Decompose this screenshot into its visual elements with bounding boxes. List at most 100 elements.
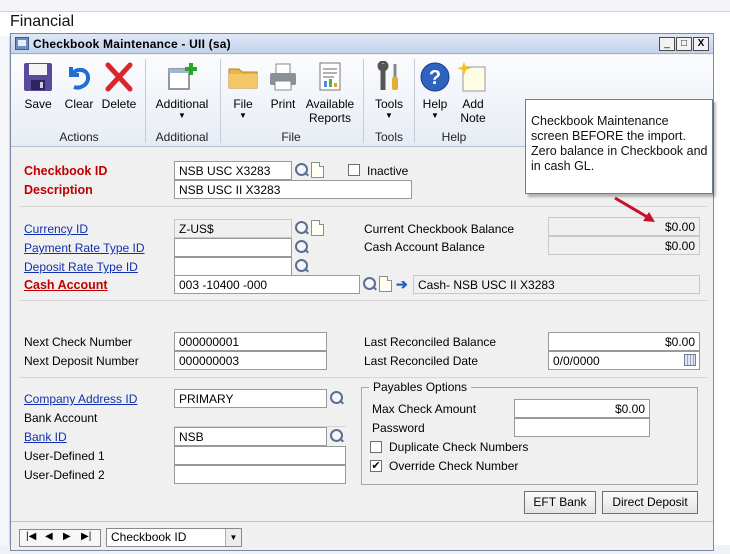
group-label-tools: Tools [374,130,403,144]
annotation-callout: Checkbook Maintenance screen BEFORE the … [525,99,713,194]
payables-options-title: Payables Options [369,380,472,394]
override-check-number-checkbox[interactable]: ✔ [370,460,382,472]
cash-account-balance-value: $0.00 [548,236,700,255]
annotation-arrow-icon [614,196,655,222]
user-defined-1-field[interactable] [174,446,346,465]
tools-icon [373,60,405,93]
available-reports-label: Available Reports [305,97,355,125]
add-window-icon [166,61,198,93]
lookup-icon[interactable] [294,162,310,179]
last-reconciled-balance-field[interactable]: $0.00 [548,332,700,351]
bank-account-label: Bank Account [24,411,98,425]
background-page-title: Financial [10,13,75,30]
next-deposit-number-field[interactable]: 000000003 [174,351,327,370]
clear-button[interactable]: Clear [61,61,97,111]
last-record-icon[interactable]: ▶| [81,531,91,542]
sort-by-value: Checkbook ID [111,530,187,544]
user-defined-2-label: User-Defined 2 [24,468,105,482]
help-menu-button[interactable]: ? Help ▼ [417,61,453,120]
last-reconciled-date-field[interactable]: 0/0/0000 [548,351,700,370]
checkbook-maintenance-window: Checkbook Maintenance - UII (sa) _ □ X S… [10,33,714,551]
tools-menu-button[interactable]: Tools ▼ [369,60,409,120]
lookup-icon[interactable] [329,428,345,445]
inactive-label: Inactive [367,164,409,178]
help-label: Help [422,97,448,111]
next-record-icon[interactable]: ▶ [63,531,71,542]
company-address-id-link[interactable]: Company Address ID [24,392,137,406]
record-navigation: |◀ ◀ ▶ ▶| [19,529,101,547]
calendar-icon[interactable] [684,354,696,366]
available-reports-button[interactable]: Available Reports [303,61,357,125]
note-icon[interactable] [311,220,324,236]
checkbook-id-label: Checkbook ID [24,164,108,178]
additional-label: Additional [155,97,209,111]
direct-deposit-button[interactable]: Direct Deposit [602,491,698,514]
file-menu-button[interactable]: File ▼ [225,61,261,120]
user-defined-2-field[interactable] [174,465,346,484]
currency-id-field[interactable]: Z-US$ [174,219,292,238]
additional-menu-button[interactable]: Additional ▼ [151,61,213,120]
cash-account-field[interactable]: 003 -10400 -000 [174,275,360,294]
lookup-icon[interactable] [329,390,345,407]
maximize-button[interactable]: □ [676,37,692,51]
close-window-button[interactable]: X [693,37,709,51]
description-field[interactable]: NSB USC II X3283 [174,180,412,199]
ribbon-separator [145,59,146,143]
next-deposit-number-label: Next Deposit Number [24,354,139,368]
bank-id-link[interactable]: Bank ID [24,430,67,444]
print-label: Print [270,97,296,111]
ribbon-separator [363,59,364,143]
lookup-icon[interactable] [294,258,310,275]
lookup-icon[interactable] [294,220,310,237]
cash-account-balance-label: Cash Account Balance [364,240,485,254]
arrow-right-icon[interactable]: ➔ [396,276,410,292]
group-label-help: Help [441,130,467,144]
previous-record-icon[interactable]: ◀ [45,531,53,542]
deposit-rate-type-id-field[interactable] [174,257,292,276]
current-checkbook-balance-label: Current Checkbook Balance [364,222,515,236]
delete-button[interactable]: Delete [99,61,139,111]
minimize-button[interactable]: _ [659,37,675,51]
printer-icon [267,61,299,93]
lookup-icon[interactable] [294,239,310,256]
report-icon [314,61,346,93]
eft-bank-button[interactable]: EFT Bank [524,491,596,514]
sort-by-select[interactable]: Checkbook ID ▼ [106,528,242,547]
group-label-actions: Actions [59,130,99,144]
save-icon [22,61,54,93]
ribbon-separator [414,59,415,143]
save-button[interactable]: Save [19,61,57,111]
bank-account-field[interactable] [174,408,346,427]
dropdown-arrow-icon: ▼ [239,111,247,120]
last-reconciled-balance-label: Last Reconciled Balance [364,335,497,349]
company-address-id-field[interactable]: PRIMARY [174,389,327,408]
note-icon[interactable] [379,276,392,292]
duplicate-check-numbers-checkbox[interactable] [370,441,382,453]
bank-id-field[interactable]: NSB [174,427,327,446]
max-check-amount-field[interactable]: $0.00 [514,399,650,418]
note-icon[interactable] [311,162,324,178]
section-divider [19,377,707,378]
checkbook-id-field[interactable]: NSB USC X3283 [174,161,292,180]
file-label: File [233,97,253,111]
payment-rate-type-id-link[interactable]: Payment Rate Type ID [24,241,145,255]
save-label: Save [24,97,52,111]
description-label: Description [24,183,93,197]
inactive-checkbox[interactable] [348,164,360,176]
dropdown-arrow-icon: ▼ [178,111,186,120]
payment-rate-type-id-field[interactable] [174,238,292,257]
currency-id-link[interactable]: Currency ID [24,222,88,236]
lookup-icon[interactable] [362,276,378,293]
cash-account-link[interactable]: Cash Account [24,278,108,292]
next-check-number-field[interactable]: 000000001 [174,332,327,351]
deposit-rate-type-id-link[interactable]: Deposit Rate Type ID [24,260,138,274]
user-defined-1-label: User-Defined 1 [24,449,105,463]
password-field[interactable] [514,418,650,437]
print-button[interactable]: Print [265,61,301,111]
group-label-file: File [281,130,301,144]
dropdown-arrow-icon: ▼ [431,111,439,120]
window-titlebar[interactable]: Checkbook Maintenance - UII (sa) _ □ X [11,34,713,54]
first-record-icon[interactable]: |◀ [26,531,36,542]
add-note-button[interactable]: Add Note [455,61,491,125]
background-topbar [0,0,730,12]
